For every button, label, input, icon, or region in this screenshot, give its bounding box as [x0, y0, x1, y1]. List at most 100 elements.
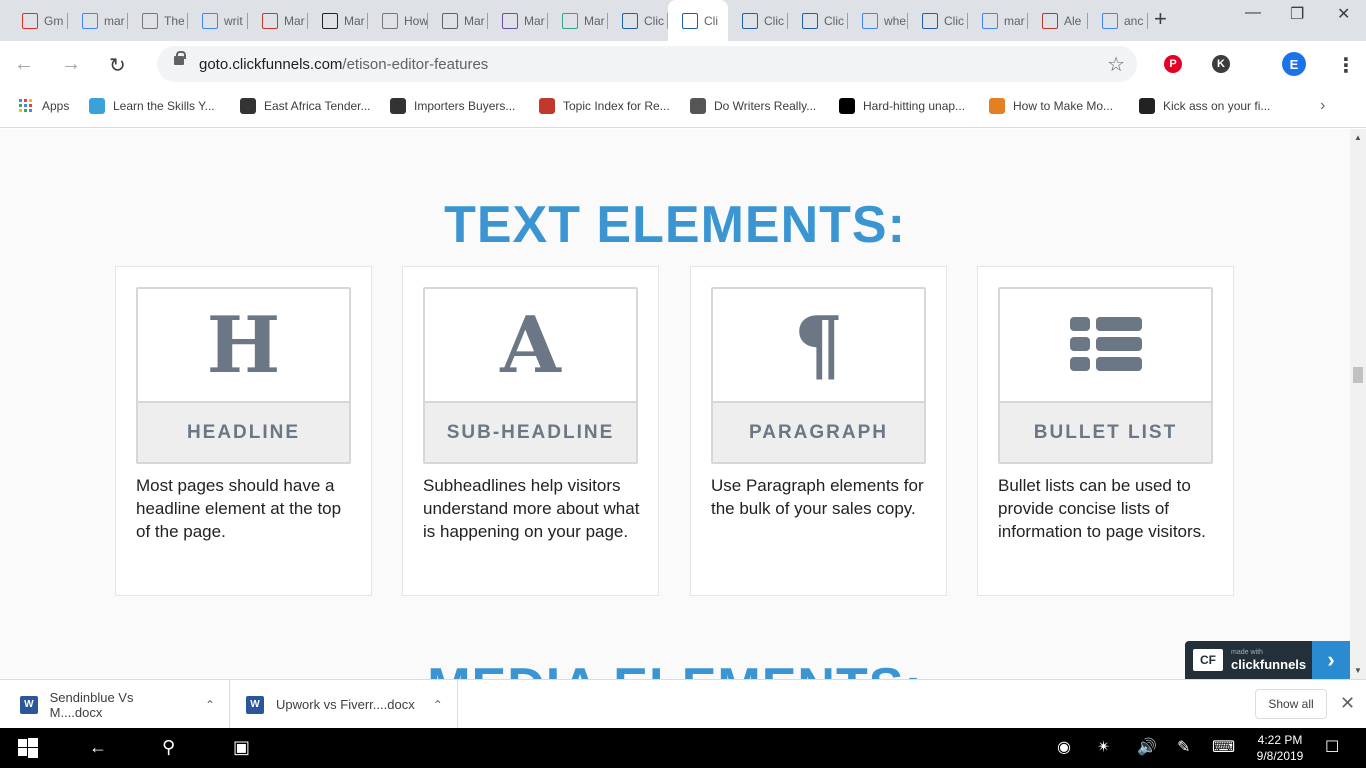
bookmark-item[interactable]: Learn the Skills Y...: [89, 98, 215, 114]
element-label: PARAGRAPH: [713, 401, 924, 462]
restore-button[interactable]: ❐: [1290, 4, 1304, 24]
keyboard-icon[interactable]: ⌨: [1212, 737, 1235, 757]
tab-14[interactable]: whe: [848, 8, 908, 34]
tab-18[interactable]: anc: [1088, 8, 1148, 34]
bookmark-item[interactable]: East Africa Tender...: [240, 98, 371, 114]
scrollbar-thumb[interactable]: [1353, 367, 1363, 383]
profile-avatar[interactable]: E: [1282, 52, 1306, 76]
site-icon: [262, 13, 278, 29]
element-label: SUB-HEADLINE: [425, 401, 636, 462]
element-label: HEADLINE: [138, 401, 349, 462]
google-icon: [982, 13, 998, 29]
tab-9[interactable]: Mar: [548, 8, 608, 34]
address-bar[interactable]: goto.clickfunnels.com/etison-editor-feat…: [157, 46, 1137, 82]
tab-11[interactable]: Cli✕: [668, 0, 728, 41]
tab-5[interactable]: Mar: [308, 8, 368, 34]
download-item[interactable]: W Upwork vs Fiverr....docx ⌃: [230, 680, 458, 729]
tab-title: anc: [1124, 14, 1144, 28]
google-icon: [202, 13, 218, 29]
tab-title: Clic: [644, 14, 664, 28]
taskbar-clock[interactable]: 4:22 PM 9/8/2019: [1250, 732, 1310, 764]
google-icon: [862, 13, 878, 29]
record-icon[interactable]: ◉: [1057, 737, 1071, 757]
new-tab-button[interactable]: +: [1154, 6, 1167, 32]
element-card-headline: H HEADLINE Most pages should have a headli…: [115, 266, 372, 596]
tab-6[interactable]: How: [368, 8, 428, 34]
tab-3[interactable]: writ: [188, 8, 248, 34]
tab-7[interactable]: Mar: [428, 8, 488, 34]
network-icon[interactable]: ✴: [1097, 737, 1110, 757]
bookmark-item[interactable]: Importers Buyers...: [390, 98, 515, 114]
close-window-button[interactable]: ✕: [1337, 4, 1350, 24]
google-icon: [82, 13, 98, 29]
bookmark-item[interactable]: Hard-hitting unap...: [839, 98, 965, 114]
close-downloads-icon[interactable]: ✕: [1340, 693, 1355, 714]
tab-2[interactable]: The: [128, 8, 188, 34]
volume-icon[interactable]: 🔊: [1137, 737, 1157, 757]
chevron-up-icon[interactable]: ⌃: [205, 698, 215, 712]
minimize-button[interactable]: —: [1245, 4, 1261, 22]
url-path: /etison-editor-features: [342, 56, 489, 73]
tab-title: mar: [104, 14, 125, 28]
windows-start-icon[interactable]: [18, 738, 38, 763]
bookmark-item[interactable]: How to Make Mo...: [989, 98, 1113, 114]
windows-taskbar: ← ⚲ ▣ ◉ ✴ 🔊 ✎ ⌨ 4:22 PM 9/8/2019 ☐: [0, 728, 1366, 768]
site-icon: [390, 98, 406, 114]
site-icon: [1139, 98, 1155, 114]
download-item[interactable]: W Sendinblue Vs M....docx ⌃: [0, 680, 230, 729]
bookmarks-bar: › Apps Learn the Skills Y... East Africa T…: [0, 88, 1366, 128]
tab-10[interactable]: Clic: [608, 8, 668, 34]
pinterest-icon[interactable]: P: [1164, 55, 1182, 73]
menu-dots-icon[interactable]: ⋮: [1336, 53, 1356, 78]
notifications-icon[interactable]: ☐: [1325, 737, 1339, 757]
pen-icon[interactable]: ✎: [1177, 737, 1190, 757]
bookmark-item[interactable]: Kick ass on your fi...: [1139, 98, 1270, 114]
url-text[interactable]: goto.clickfunnels.com/etison-editor-feat…: [199, 56, 488, 73]
task-view-icon[interactable]: ▣: [233, 737, 250, 758]
tab-17[interactable]: Ale: [1028, 8, 1088, 34]
tab-0[interactable]: Gm: [8, 8, 68, 34]
bookmarks-overflow-chevron-icon[interactable]: ›: [1320, 97, 1325, 115]
tab-title: writ: [224, 14, 243, 28]
tab-title: Mar: [464, 14, 485, 28]
bookmark-item[interactable]: Topic Index for Re...: [539, 98, 670, 114]
bookmark-label: Hard-hitting unap...: [863, 99, 966, 113]
forward-button[interactable]: →: [61, 53, 81, 76]
reload-button[interactable]: ↻: [109, 53, 126, 78]
apps-grid-icon: [18, 98, 34, 114]
chevron-up-icon[interactable]: ⌃: [433, 698, 443, 712]
tab-1[interactable]: mar: [68, 8, 128, 34]
tab-8[interactable]: Mar: [488, 8, 548, 34]
bookmark-star-icon[interactable]: ☆: [1107, 52, 1125, 77]
tab-12[interactable]: Clic: [728, 8, 788, 34]
site-icon: [502, 13, 518, 29]
tab-15[interactable]: Clic: [908, 8, 968, 34]
tab-16[interactable]: mar: [968, 8, 1028, 34]
tab-title: The: [164, 14, 185, 28]
clickfunnels-badge[interactable]: CF made with clickfunnels ›: [1185, 641, 1350, 679]
back-button[interactable]: ←: [14, 53, 34, 76]
bookmark-label: East Africa Tender...: [264, 99, 371, 113]
site-icon: [562, 13, 578, 29]
chevron-right-icon[interactable]: ›: [1312, 641, 1350, 679]
bookmark-item[interactable]: Apps: [18, 98, 69, 114]
scroll-up-icon[interactable]: ▲: [1354, 133, 1362, 142]
tab-13[interactable]: Clic: [788, 8, 848, 34]
show-all-button[interactable]: Show all: [1255, 689, 1327, 719]
m-icon: [839, 98, 855, 114]
scroll-down-icon[interactable]: ▼: [1354, 666, 1362, 675]
element-description: Bullet lists can be used to provide conc…: [998, 476, 1206, 541]
bookmark-item[interactable]: Do Writers Really...: [690, 98, 816, 114]
badge-made-with: made with: [1231, 649, 1263, 656]
extension-k-icon[interactable]: K: [1212, 55, 1230, 73]
back-arrow-icon[interactable]: ←: [89, 737, 107, 758]
tab-title: Cli: [704, 13, 718, 28]
tab-strip: + — ❐ ✕ Gm mar The writ Mar Mar How Mar Mar Mar Cl…: [0, 0, 1366, 41]
search-icon[interactable]: ⚲: [162, 737, 175, 758]
page-scrollbar[interactable]: ▲ ▼: [1350, 129, 1366, 679]
tab-title: Mar: [344, 14, 365, 28]
tab-4[interactable]: Mar: [248, 8, 308, 34]
site-icon: [89, 98, 105, 114]
tab-title: Mar: [284, 14, 305, 28]
page-icon: [382, 13, 398, 29]
